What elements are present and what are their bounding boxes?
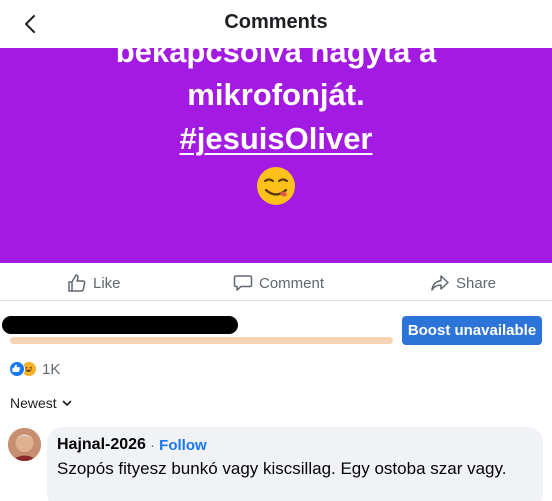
sort-dropdown[interactable]: Newest: [10, 394, 73, 412]
like-reaction-icon: [9, 361, 25, 377]
sort-label: Newest: [10, 395, 57, 411]
comment-bubble[interactable]: Hajnal-2026 · Follow Szopós fityesz bunk…: [47, 427, 543, 501]
share-arrow-icon: [431, 275, 449, 291]
post-image[interactable]: bekapcsolva hagyta a mikrofonját. #jesui…: [0, 48, 552, 263]
follow-area: · Follow: [150, 437, 207, 454]
like-label: Like: [93, 274, 121, 292]
smirk-face-emoji-icon: [257, 167, 295, 205]
comment-author[interactable]: Hajnal-2026: [57, 436, 146, 454]
boost-progress-bar: [10, 337, 393, 344]
reaction-count: 1K: [42, 360, 61, 378]
like-button[interactable]: Like: [67, 272, 121, 294]
follow-button[interactable]: Follow: [159, 437, 207, 454]
boost-unavailable-button[interactable]: Boost unavailable: [402, 316, 542, 345]
comment-text: Szopós fityesz bunkó vagy kiscsillag. Eg…: [57, 459, 507, 478]
chevron-down-icon: [62, 400, 71, 406]
redacted-text-bar: [2, 316, 238, 334]
comment-label: Comment: [259, 274, 325, 292]
top-bar: Comments: [0, 0, 552, 48]
share-button[interactable]: Share: [430, 272, 496, 294]
post-hashtag[interactable]: #jesuisOliver: [0, 121, 552, 157]
share-label: Share: [456, 274, 497, 292]
thumbs-up-icon: [68, 274, 86, 292]
speech-bubble-icon: [233, 275, 253, 291]
comment-button[interactable]: Comment: [233, 272, 324, 294]
commenter-avatar[interactable]: [8, 428, 41, 461]
post-actions-bar: Like Comment Share: [0, 263, 552, 301]
separator-dot: ·: [150, 437, 155, 454]
profile-photo-icon: [8, 428, 41, 461]
post-text-line-2: mikrofonját.: [187, 77, 365, 112]
page-title: Comments: [224, 11, 328, 33]
reactions-summary[interactable]: 1K: [9, 360, 60, 378]
post-text-line-1: bekapcsolva hagyta a: [115, 48, 437, 69]
